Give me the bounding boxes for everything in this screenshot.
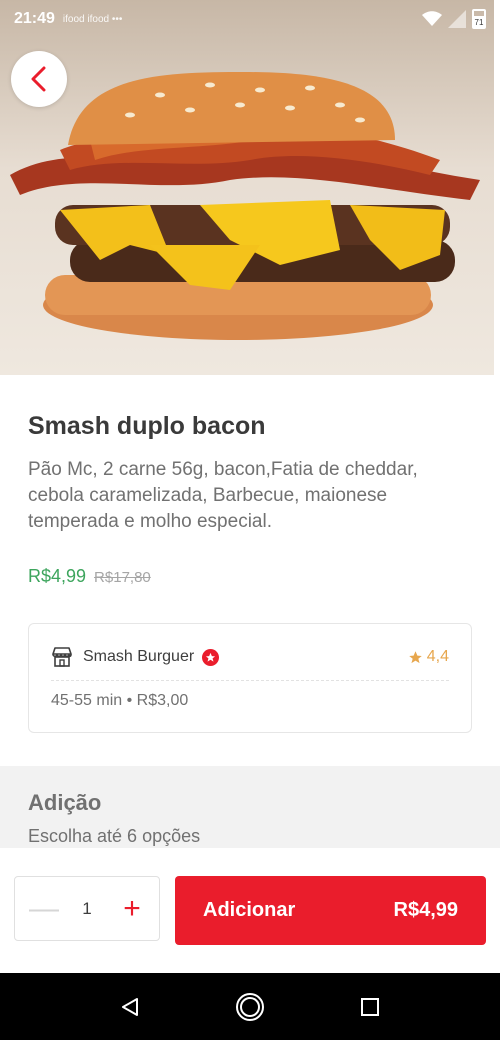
back-triangle-icon <box>122 997 138 1016</box>
decrease-quantity-button[interactable]: — <box>29 893 59 924</box>
product-description: Pão Mc, 2 carne 56g, bacon,Fatia de ched… <box>28 459 418 532</box>
quantity-stepper: — 1 + <box>14 876 160 941</box>
nav-back-button[interactable] <box>110 987 150 1027</box>
increase-quantity-button[interactable]: + <box>119 893 145 924</box>
burger-illustration <box>10 72 480 340</box>
product-price: R$4,99 <box>28 566 87 586</box>
store-delivery-info: 45-55 min • R$3,00 <box>51 692 189 709</box>
recents-square-icon <box>361 997 379 1016</box>
quantity-value: 1 <box>82 898 92 918</box>
system-nav-bar <box>0 973 500 1040</box>
store-name: Smash Burguer <box>83 648 195 665</box>
star-badge-icon <box>202 648 220 666</box>
wifi-icon <box>422 11 442 26</box>
add-button-total: R$4,99 <box>393 899 459 921</box>
home-circle-icon <box>236 992 264 1021</box>
store-header: Smash Burguer 4,4 <box>51 644 449 670</box>
battery-icon: 71 <box>472 9 486 29</box>
signal-icon <box>448 10 466 28</box>
status-time: 21:49 <box>14 10 55 27</box>
nav-recents-button[interactable] <box>350 987 390 1027</box>
addons-subtitle: Escolha até 6 opções <box>28 826 201 846</box>
price-row: R$4,99 R$17,80 <box>28 566 151 587</box>
chevron-left-icon <box>31 66 46 92</box>
addons-section: Adição Escolha até 6 opções <box>0 766 500 848</box>
status-icons: 71 <box>422 9 486 29</box>
status-bar: 21:49 ifood ifood ••• 71 <box>0 0 500 38</box>
product-image <box>0 0 494 375</box>
rating-value: 4,4 <box>426 648 449 665</box>
store-icon <box>52 647 72 667</box>
battery-level: 71 <box>474 18 484 27</box>
store-rating: 4,4 <box>408 648 449 666</box>
back-button[interactable] <box>11 51 67 107</box>
product-old-price: R$17,80 <box>94 569 151 586</box>
divider <box>51 680 449 681</box>
nav-home-button[interactable] <box>230 987 270 1027</box>
addons-title: Adição <box>28 790 102 815</box>
add-to-cart-button[interactable]: Adicionar R$4,99 <box>175 876 486 945</box>
product-title: Smash duplo bacon <box>28 412 266 440</box>
star-icon <box>409 650 422 663</box>
store-card[interactable]: Smash Burguer 4,4 45-55 min • R$3,00 <box>28 623 472 733</box>
status-notifications: ifood ifood ••• <box>62 13 123 25</box>
add-button-label: Adicionar <box>203 899 296 921</box>
